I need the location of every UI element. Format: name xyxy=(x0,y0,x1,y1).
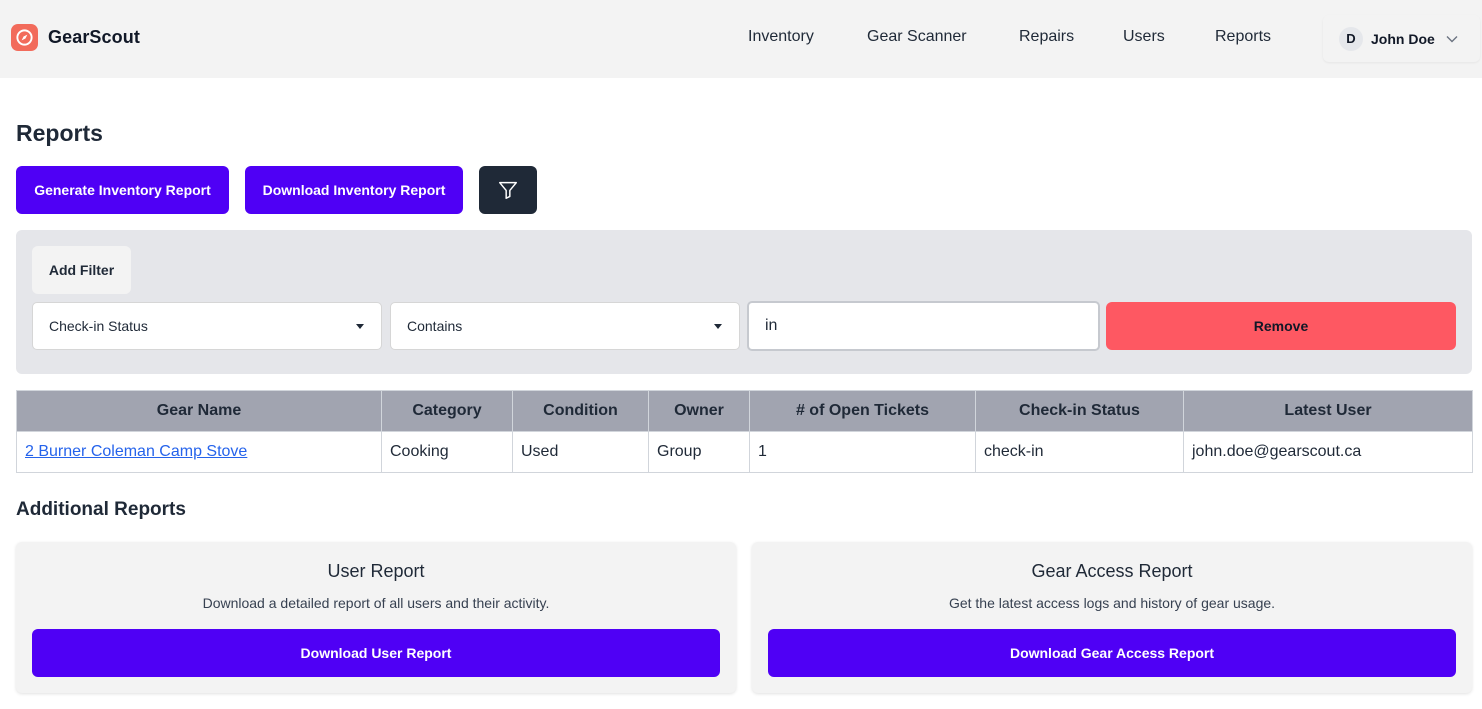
column-header[interactable]: Category xyxy=(381,390,513,432)
nav-inventory[interactable]: Inventory xyxy=(748,28,814,46)
filter-toggle-button[interactable] xyxy=(479,166,537,214)
card-title: Gear Access Report xyxy=(1031,561,1193,581)
remove-filter-button[interactable]: Remove xyxy=(1106,302,1456,350)
card-description: Get the latest access logs and history o… xyxy=(948,595,1276,611)
inventory-table: Gear Name Category Condition Owner # of … xyxy=(16,390,1473,473)
page-title: Reports xyxy=(16,120,103,146)
nav-gear-scanner[interactable]: Gear Scanner xyxy=(867,28,967,46)
add-filter-button[interactable]: Add Filter xyxy=(32,246,131,294)
table-header-row: Gear Name Category Condition Owner # of … xyxy=(16,390,1473,432)
table-cell: Group xyxy=(648,431,750,473)
avatar: D xyxy=(1339,26,1363,51)
generate-inventory-report-button[interactable]: Generate Inventory Report xyxy=(16,166,229,214)
filter-field-select[interactable]: Check-in Status xyxy=(32,302,382,350)
download-gear-access-report-button[interactable]: Download Gear Access Report xyxy=(768,629,1456,677)
column-header[interactable]: Owner xyxy=(648,390,750,432)
app-name: GearScout xyxy=(48,27,140,47)
table-cell: Used xyxy=(512,431,649,473)
additional-reports-title: Additional Reports xyxy=(16,499,186,520)
filter-field-value: Check-in Status xyxy=(49,318,148,334)
download-user-report-button[interactable]: Download User Report xyxy=(32,629,720,677)
filter-operator-value: Contains xyxy=(407,318,463,334)
download-inventory-report-button[interactable]: Download Inventory Report xyxy=(245,166,463,214)
filter-operator-select[interactable]: Contains xyxy=(390,302,740,350)
top-navbar: GearScout Inventory Gear Scanner Repairs… xyxy=(0,0,1482,78)
table-cell: 2 Burner Coleman Camp Stove xyxy=(16,431,382,473)
table-cell: Cooking xyxy=(381,431,513,473)
table-cell: 1 xyxy=(749,431,976,473)
column-header[interactable]: Latest User xyxy=(1183,390,1473,432)
card-title: User Report xyxy=(327,561,425,581)
column-header[interactable]: Condition xyxy=(512,390,649,432)
table-cell: check-in xyxy=(975,431,1184,473)
filter-panel: Add Filter Check-in Status Contains in R… xyxy=(16,230,1472,374)
gear-name-link[interactable]: 2 Burner Coleman Camp Stove xyxy=(25,443,247,460)
filter-value-text: in xyxy=(765,317,778,334)
caret-down-icon xyxy=(714,324,722,329)
user-report-card: User Report Download a detailed report o… xyxy=(16,542,736,693)
gear-access-report-card: Gear Access Report Get the latest access… xyxy=(752,542,1472,693)
table-cell: john.doe@gearscout.ca xyxy=(1183,431,1473,473)
table-row: 2 Burner Coleman Camp Stove Cooking Used… xyxy=(16,431,1473,473)
column-header[interactable]: Gear Name xyxy=(16,390,382,432)
brand[interactable]: GearScout xyxy=(11,24,140,51)
card-description: Download a detailed report of all users … xyxy=(202,595,550,611)
compass-icon xyxy=(11,24,38,51)
nav-reports[interactable]: Reports xyxy=(1215,28,1271,46)
column-header[interactable]: # of Open Tickets xyxy=(749,390,976,432)
filter-icon xyxy=(499,181,517,199)
nav-users[interactable]: Users xyxy=(1123,28,1165,46)
user-name: John Doe xyxy=(1371,30,1435,47)
caret-down-icon xyxy=(356,324,364,329)
column-header[interactable]: Check-in Status xyxy=(975,390,1184,432)
nav-repairs[interactable]: Repairs xyxy=(1019,28,1074,46)
chevron-down-icon xyxy=(1446,35,1458,43)
filter-value-input[interactable]: in xyxy=(747,301,1100,351)
user-menu[interactable]: D John Doe xyxy=(1323,15,1480,62)
